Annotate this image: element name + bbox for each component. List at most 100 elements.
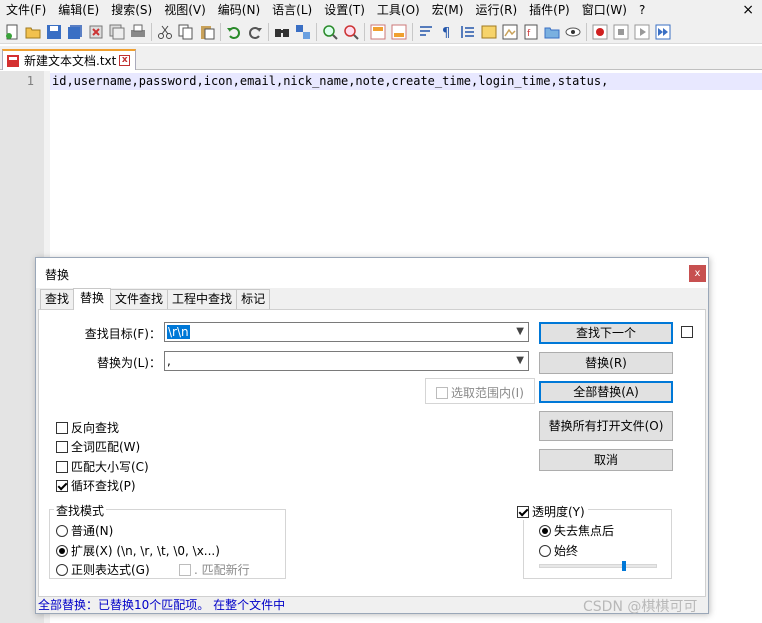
search-mode-extended-label: 扩展(X) (\n, \r, \t, \0, \x...) xyxy=(71,544,220,558)
indent-guide-icon[interactable] xyxy=(459,23,477,41)
tab-find[interactable]: 查找 xyxy=(40,289,75,309)
menu-settings[interactable]: 设置(T) xyxy=(318,0,371,20)
play-macro-icon[interactable] xyxy=(633,23,651,41)
dialog-titlebar[interactable]: 替换 x xyxy=(36,258,708,288)
replace-all-in-open-docs-button[interactable]: 替换所有打开文件(O) xyxy=(539,411,673,441)
zoom-out-icon[interactable] xyxy=(342,23,360,41)
replace-with-combo[interactable]: , ▼ xyxy=(164,351,529,371)
menu-run[interactable]: 运行(R) xyxy=(469,0,523,20)
menu-search[interactable]: 搜索(S) xyxy=(105,0,158,20)
toolbar-separator xyxy=(268,22,269,41)
menu-encoding[interactable]: 编码(N) xyxy=(212,0,266,20)
checkbox-box xyxy=(56,479,68,492)
sync-vertical-icon[interactable] xyxy=(369,23,387,41)
menu-file[interactable]: 文件(F) xyxy=(0,0,52,20)
transparency-always-radio[interactable]: 始终 xyxy=(539,542,578,559)
replace-with-label: 替换为(L)： xyxy=(96,356,161,370)
chevron-down-icon[interactable]: ▼ xyxy=(516,355,524,366)
checkbox-box xyxy=(179,563,191,576)
tab-find-in-projects[interactable]: 工程中查找 xyxy=(167,289,238,309)
checkbox-box xyxy=(517,505,529,518)
doc-map-icon[interactable] xyxy=(501,23,519,41)
checkbox-box xyxy=(436,386,448,399)
find-next-button[interactable]: 查找下一个 xyxy=(539,322,673,344)
copy-icon[interactable] xyxy=(177,23,195,41)
backward-direction-checkbox[interactable]: 反向查找 xyxy=(56,419,119,436)
sync-horizontal-icon[interactable] xyxy=(390,23,408,41)
search-mode-regex-radio[interactable]: 正则表达式(G) xyxy=(56,561,150,578)
menu-language[interactable]: 语言(L) xyxy=(266,0,318,20)
in-selection-checkbox[interactable]: 选取范围内(I) xyxy=(436,384,524,401)
print-icon[interactable] xyxy=(129,23,147,41)
dialog-close-button[interactable]: x xyxy=(689,265,706,282)
find-icon[interactable] xyxy=(273,23,291,41)
chevron-down-icon[interactable]: ▼ xyxy=(516,326,524,337)
checkbox-box xyxy=(56,460,68,473)
run-macro-multiple-icon[interactable] xyxy=(654,23,672,41)
tab-mark[interactable]: 标记 xyxy=(236,289,271,309)
folder-workspace-icon[interactable] xyxy=(543,23,561,41)
zoom-in-icon[interactable] xyxy=(321,23,339,41)
wrap-around-checkbox[interactable]: 循环查找(P) xyxy=(56,477,136,494)
open-file-icon[interactable] xyxy=(24,23,42,41)
transparency-always-label: 始终 xyxy=(554,544,579,558)
wrap-around-label: 循环查找(P) xyxy=(71,479,136,493)
search-mode-regex-label: 正则表达式(G) xyxy=(71,563,150,577)
menu-bar: 文件(F) 编辑(E) 搜索(S) 视图(V) 编码(N) 语言(L) 设置(T… xyxy=(0,0,762,20)
replace-button[interactable]: 替换(R) xyxy=(539,352,673,374)
replace-icon[interactable] xyxy=(294,23,312,41)
radio-dot xyxy=(56,524,68,537)
new-file-icon[interactable] xyxy=(3,23,21,41)
close-all-icon[interactable] xyxy=(108,23,126,41)
cancel-button[interactable]: 取消 xyxy=(539,449,673,471)
menu-view[interactable]: 视图(V) xyxy=(158,0,212,20)
match-case-checkbox[interactable]: 匹配大小写(C) xyxy=(56,458,149,475)
redo-icon[interactable] xyxy=(246,23,264,41)
toolbar-separator xyxy=(220,22,221,41)
whole-word-label: 全词匹配(W) xyxy=(71,440,141,454)
tab-find-in-files[interactable]: 文件查找 xyxy=(110,289,169,309)
search-mode-extended-radio[interactable]: 扩展(X) (\n, \r, \t, \0, \x...) xyxy=(56,542,220,559)
toolbar-separator xyxy=(412,22,413,41)
menu-plugins[interactable]: 插件(P) xyxy=(523,0,576,20)
match-case-label: 匹配大小写(C) xyxy=(71,460,149,474)
save-icon[interactable] xyxy=(45,23,63,41)
in-selection-label: 选取范围内(I) xyxy=(451,386,524,400)
transparency-slider-track[interactable] xyxy=(539,564,657,568)
stop-record-icon[interactable] xyxy=(612,23,630,41)
find-what-combo[interactable]: \r\n ▼ xyxy=(164,322,529,342)
find-next-direction-checkbox[interactable] xyxy=(681,326,696,338)
paste-icon[interactable] xyxy=(198,23,216,41)
code-line[interactable]: id,username,password,icon,email,nick_nam… xyxy=(50,73,762,90)
save-all-icon[interactable] xyxy=(66,23,84,41)
menu-help[interactable]: ? xyxy=(633,0,651,20)
undo-icon[interactable] xyxy=(225,23,243,41)
transparency-on-lose-focus-radio[interactable]: 失去焦点后 xyxy=(539,522,614,539)
transparency-slider-thumb[interactable] xyxy=(622,561,626,571)
document-tab[interactable]: 新建文本文档.txt x xyxy=(2,49,136,70)
user-lang-icon[interactable] xyxy=(480,23,498,41)
menu-macro[interactable]: 宏(M) xyxy=(426,0,470,20)
close-icon[interactable] xyxy=(87,23,105,41)
window-close-button[interactable]: × xyxy=(742,1,754,19)
menu-tools[interactable]: 工具(O) xyxy=(371,0,426,20)
tab-close-icon[interactable]: x xyxy=(119,55,131,66)
cut-icon[interactable] xyxy=(156,23,174,41)
replace-all-button[interactable]: 全部替换(A) xyxy=(539,381,673,403)
transparency-checkbox[interactable]: 透明度(Y) xyxy=(517,503,588,520)
svg-text:¶: ¶ xyxy=(442,26,450,40)
word-wrap-icon[interactable] xyxy=(417,23,435,41)
show-all-chars-icon[interactable]: ¶ xyxy=(438,23,456,41)
menu-edit[interactable]: 编辑(E) xyxy=(52,0,105,20)
menu-window[interactable]: 窗口(W) xyxy=(576,0,633,20)
dot-matches-newline-checkbox[interactable]: . 匹配新行 xyxy=(179,561,250,578)
checkbox-box xyxy=(681,326,693,338)
dialog-title: 替换 xyxy=(45,268,70,282)
monitoring-icon[interactable] xyxy=(564,23,582,41)
tab-replace[interactable]: 替换 xyxy=(73,288,112,310)
function-list-icon[interactable]: f xyxy=(522,23,540,41)
whole-word-checkbox[interactable]: 全词匹配(W) xyxy=(56,438,140,455)
backward-direction-label: 反向查找 xyxy=(71,421,120,435)
record-macro-icon[interactable] xyxy=(591,23,609,41)
search-mode-normal-radio[interactable]: 普通(N) xyxy=(56,522,113,539)
